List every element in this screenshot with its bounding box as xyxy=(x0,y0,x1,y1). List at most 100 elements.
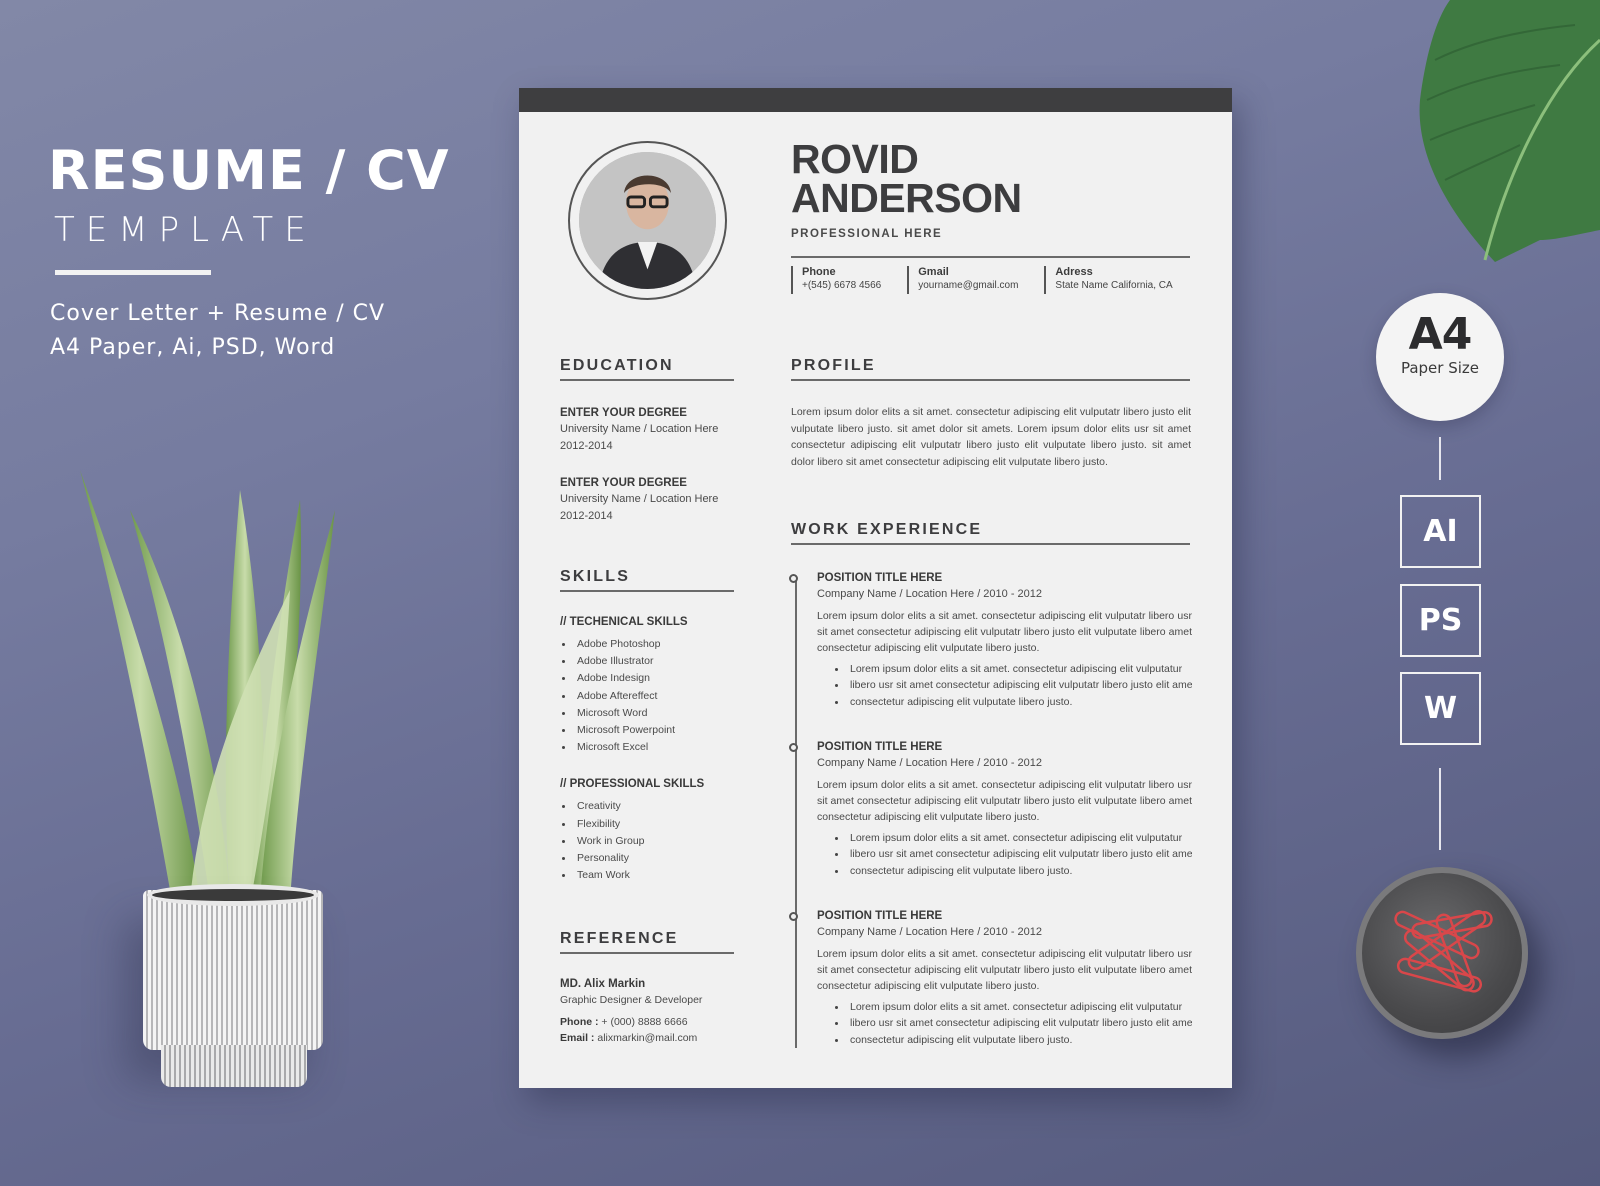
contact-value: +(545) 6678 4566 xyxy=(802,280,882,291)
job-bullet: consectetur adipiscing elit vulputate li… xyxy=(833,1032,1192,1048)
job-entry: POSITION TITLE HERE Company Name / Locat… xyxy=(789,570,1192,710)
paper-size-label: Paper Size xyxy=(1400,359,1480,377)
paper-size: A4 xyxy=(1408,309,1473,360)
profile-text: Lorem ipsum dolor elits a sit amet. cons… xyxy=(791,406,1191,468)
degree: ENTER YOUR DEGREE xyxy=(560,477,687,489)
email-label: Email : xyxy=(560,1032,595,1044)
job-company: Company Name / Location Here / 2010 - 20… xyxy=(817,757,1043,769)
job-entry: POSITION TITLE HERE Company Name / Locat… xyxy=(789,908,1192,1048)
job-bullet: consectetur adipiscing elit vulputate li… xyxy=(833,863,1192,879)
timeline-dot-icon xyxy=(789,574,798,583)
skill-item: Flexibility xyxy=(560,816,750,833)
plant-pot xyxy=(143,884,323,1090)
reference-divider xyxy=(560,952,734,954)
contact-label: Gmail xyxy=(918,266,949,278)
resume-paper: ROVID ANDERSON PROFESSIONAL HERE Phone +… xyxy=(519,88,1232,1088)
profile-divider xyxy=(791,379,1190,381)
skill-item: Microsoft Excel xyxy=(560,739,750,756)
job-description: Lorem ipsum dolor elits a sit amet. cons… xyxy=(817,609,1192,654)
contact-phone: Phone +(545) 6678 4566 xyxy=(791,266,881,294)
job-bullet: Lorem ipsum dolor elits a sit amet. cons… xyxy=(833,661,1192,677)
skill-item: Microsoft Word xyxy=(560,705,750,722)
skills-heading: SKILLS xyxy=(560,568,631,585)
skills-divider xyxy=(560,590,734,592)
reference-role: Graphic Designer & Developer xyxy=(560,994,703,1006)
job-bullet: libero usr sit amet consectetur adipisci… xyxy=(833,846,1192,862)
skill-item: Work in Group xyxy=(560,833,750,850)
job-bullet: Lorem ipsum dolor elits a sit amet. cons… xyxy=(833,830,1192,846)
education-item: ENTER YOUR DEGREE University Name / Loca… xyxy=(560,475,740,524)
work-heading: WORK EXPERIENCE xyxy=(791,521,983,538)
format-ai-icon: AI xyxy=(1400,495,1481,568)
promo-line-2: A4 Paper, Ai, PSD, Word xyxy=(50,335,336,360)
skill-item: Personality xyxy=(560,850,750,867)
degree: ENTER YOUR DEGREE xyxy=(560,407,687,419)
timeline-dot-icon xyxy=(789,743,798,752)
years: 2012-2014 xyxy=(560,439,613,452)
education-heading: EDUCATION xyxy=(560,357,674,374)
reference-email: alixmarkin@mail.com xyxy=(594,1032,698,1044)
promo-line-1: Cover Letter + Resume / CV xyxy=(50,301,386,326)
reference-phone: + (000) 8888 6666 xyxy=(598,1015,688,1028)
job-title: POSITION TITLE HERE xyxy=(817,741,943,753)
professional-skills-heading: // PROFESSIONAL SKILLS xyxy=(560,778,705,791)
paper-size-badge: A4 Paper Size xyxy=(1376,293,1504,421)
reference-block: MD. Alix Markin Graphic Designer & Devel… xyxy=(560,976,750,1047)
job-company: Company Name / Location Here / 2010 - 20… xyxy=(817,588,1043,600)
job-description: Lorem ipsum dolor elits a sit amet. cons… xyxy=(817,778,1192,823)
skills-block: // TECHENICAL SKILLS Adobe Photoshop Ado… xyxy=(560,616,750,906)
job-title: POSITION TITLE HERE xyxy=(817,910,943,922)
job-company: Company Name / Location Here / 2010 - 20… xyxy=(817,926,1043,938)
job-bullet: libero usr sit amet consectetur adipisci… xyxy=(833,677,1192,693)
job-title: POSITION TITLE HERE xyxy=(817,572,943,584)
promo-title: RESUME / CV xyxy=(48,139,450,202)
format-ps-icon: PS xyxy=(1400,584,1481,657)
resume-name: ROVID ANDERSON xyxy=(791,136,1022,221)
school: University Name / Location Here xyxy=(560,423,719,435)
job-description: Lorem ipsum dolor elits a sit amet. cons… xyxy=(817,947,1192,992)
phone-label: Phone : xyxy=(560,1015,599,1028)
skill-item: Adobe Photoshop xyxy=(560,636,750,653)
paper-header-bar xyxy=(519,88,1232,112)
person-portrait-icon xyxy=(579,152,716,289)
years: 2012-2014 xyxy=(560,509,613,522)
contact-value: State Name California, CA xyxy=(1055,280,1173,291)
skill-item: Adobe Illustrator xyxy=(560,653,750,670)
skill-item: Team Work xyxy=(560,867,750,884)
profession: PROFESSIONAL HERE xyxy=(791,228,943,240)
reference-name: MD. Alix Markin xyxy=(560,978,646,990)
job-entry: POSITION TITLE HERE Company Name / Locat… xyxy=(789,739,1192,879)
contact-gmail: Gmail yourname@gmail.com xyxy=(907,266,1018,294)
work-divider xyxy=(791,543,1190,545)
promo-divider xyxy=(55,270,211,275)
technical-skills-heading: // TECHENICAL SKILLS xyxy=(560,616,688,628)
contact-label: Adress xyxy=(1055,266,1093,278)
format-word-icon: W xyxy=(1400,672,1481,745)
job-bullet: libero usr sit amet consectetur adipisci… xyxy=(833,1015,1192,1031)
promo-block: RESUME / CV TEMPLATE Cover Letter + Resu… xyxy=(48,140,450,365)
professional-skills-list: Creativity Flexibility Work in Group Per… xyxy=(560,798,750,884)
profile-photo xyxy=(568,141,727,300)
leaf-image xyxy=(1419,0,1600,262)
last-name: ANDERSON xyxy=(791,175,1022,221)
education-item: ENTER YOUR DEGREE University Name / Loca… xyxy=(560,405,740,454)
timeline-line xyxy=(795,578,797,1048)
timeline-dot-icon xyxy=(789,912,798,921)
job-bullet: Lorem ipsum dolor elits a sit amet. cons… xyxy=(833,999,1192,1015)
promo-subtitle: TEMPLATE xyxy=(54,210,317,250)
paperclips-icon xyxy=(1394,909,1493,993)
reference-heading: REFERENCE xyxy=(560,930,679,947)
contact-label: Phone xyxy=(802,266,836,278)
contact-value: yourname@gmail.com xyxy=(918,280,1019,291)
header-divider xyxy=(791,256,1190,258)
education-divider xyxy=(560,379,734,381)
first-name: ROVID xyxy=(791,136,919,182)
skill-item: Adobe Aftereffect xyxy=(560,688,750,705)
job-bullet: consectetur adipiscing elit vulputate li… xyxy=(833,694,1192,710)
technical-skills-list: Adobe Photoshop Adobe Illustrator Adobe … xyxy=(560,636,750,756)
school: University Name / Location Here xyxy=(560,493,719,505)
paperclip-bowl-image xyxy=(1356,867,1528,1039)
skill-item: Adobe Indesign xyxy=(560,670,750,687)
skill-item: Microsoft Powerpoint xyxy=(560,722,750,739)
contact-address: Adress State Name California, CA xyxy=(1044,266,1173,294)
